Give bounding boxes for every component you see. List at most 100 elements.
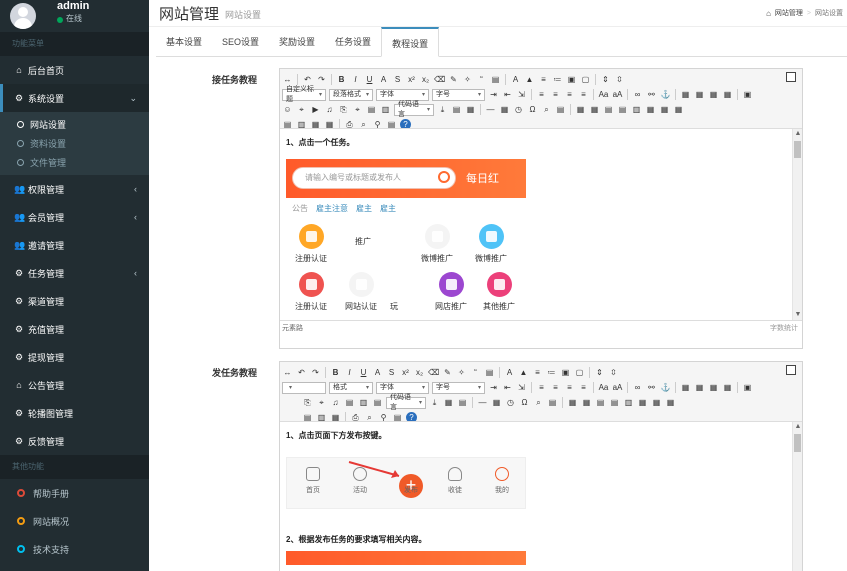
subscript-icon[interactable]: x₂	[420, 74, 431, 85]
line-height-icon[interactable]: ⇳	[608, 367, 619, 378]
quote-icon[interactable]: “	[476, 74, 487, 85]
clear-doc-icon[interactable]: ▢	[580, 74, 591, 85]
strikethrough-icon[interactable]: S	[392, 74, 403, 85]
anchor-icon[interactable]: ⚓	[660, 382, 671, 393]
bold-icon[interactable]: B	[330, 367, 341, 378]
preview-icon[interactable]: ⌕	[364, 412, 375, 421]
ltr-icon[interactable]: ⇥	[488, 382, 499, 393]
font-color-icon[interactable]: A	[504, 367, 515, 378]
eraser-icon[interactable]: ⌫	[428, 367, 439, 378]
page-break-icon[interactable]: ⤓	[429, 397, 440, 408]
template-icon[interactable]: ▤	[372, 397, 383, 408]
paragraph-select[interactable]: 格式	[329, 381, 373, 394]
sidebar-item-channels[interactable]: ⚙ 渠道管理	[0, 287, 149, 315]
sidebar-tool-overview[interactable]: 网站概况	[0, 507, 149, 535]
split-cols-icon[interactable]: ▥	[296, 119, 307, 128]
delete-table-icon[interactable]: ▦	[581, 397, 592, 408]
redo-icon[interactable]: ↷	[316, 74, 327, 85]
clear-doc-icon[interactable]: ▢	[574, 367, 585, 378]
insert-col-icon[interactable]: ▥	[623, 397, 634, 408]
sidebar-item-withdraw[interactable]: ⚙ 提现管理	[0, 343, 149, 371]
indent-icon[interactable]: ⇲	[516, 382, 527, 393]
border-icon[interactable]: A	[378, 74, 389, 85]
code-language-select[interactable]: 代码语言	[386, 394, 426, 411]
align-justify-icon[interactable]: ≡	[578, 89, 589, 100]
editor-scrollbar[interactable]: ▲	[792, 422, 802, 571]
align-right-icon[interactable]: ≡	[564, 89, 575, 100]
background-icon[interactable]: ▦	[443, 397, 454, 408]
tab-seo[interactable]: SEO设置	[212, 27, 269, 57]
map-icon[interactable]: ⌖	[296, 104, 307, 115]
search-replace-icon[interactable]: ⌕	[541, 104, 552, 115]
fullscreen-icon[interactable]	[786, 365, 796, 375]
unordered-list-icon[interactable]: ≔	[546, 367, 557, 378]
paragraph-select[interactable]: 段落格式	[329, 88, 373, 101]
image-none-icon[interactable]: ▦	[694, 382, 705, 393]
tab-tasks[interactable]: 任务设置	[325, 27, 381, 57]
table-edit-icon[interactable]: ▦	[324, 119, 335, 128]
sidebar-item-system[interactable]: ⚙ 系统设置 ⌄	[0, 84, 149, 112]
fullscreen-icon[interactable]	[786, 72, 796, 82]
align-center-icon[interactable]: ≡	[550, 89, 561, 100]
align-left-icon[interactable]: ≡	[536, 89, 547, 100]
anchor-icon[interactable]: ⚓	[660, 89, 671, 100]
sidebar-item-notices[interactable]: ⌂ 公告管理	[0, 371, 149, 399]
hr-icon[interactable]: —	[485, 104, 496, 115]
paste-icon[interactable]: ▤	[490, 74, 501, 85]
tab-basic[interactable]: 基本设置	[156, 27, 212, 57]
sidebar-tool-help[interactable]: 帮助手册	[0, 479, 149, 507]
custom-title-select[interactable]: 自定义标题	[282, 86, 326, 103]
help-icon[interactable]: ?	[400, 119, 411, 128]
image-center-icon[interactable]: ▦	[722, 382, 733, 393]
image-left-icon[interactable]: ▦	[680, 382, 691, 393]
split-cells-icon[interactable]: ▦	[651, 397, 662, 408]
editor-body[interactable]: 1、点击页面下方发布按键。 首页 活动 + 发布 收徒 我的 2、根据发布任务的…	[280, 422, 802, 571]
ltr-icon[interactable]: ⇥	[488, 89, 499, 100]
source-icon[interactable]: ↔	[282, 74, 293, 85]
drafts-icon[interactable]: ▤	[457, 397, 468, 408]
print-icon[interactable]: ⎙	[344, 119, 355, 128]
align-right-icon[interactable]: ≡	[564, 382, 575, 393]
insert-frame-icon[interactable]: ▤	[344, 397, 355, 408]
drafts-icon[interactable]: ▤	[555, 104, 566, 115]
superscript-icon[interactable]: x²	[400, 367, 411, 378]
cell-props-icon[interactable]: ▦	[330, 412, 341, 421]
editor-receive-tutorial[interactable]: ↔ ↶ ↷ B I U A S x² x₂ ⌫ ✎ ✧ “ ▤ A ▲ ≡ ≔ …	[279, 68, 803, 349]
split-rows-icon[interactable]: ▤	[282, 119, 293, 128]
indent-icon[interactable]: ⇲	[516, 89, 527, 100]
undo-icon[interactable]: ↶	[296, 367, 307, 378]
scroll-up-icon[interactable]: ▲	[793, 422, 802, 432]
format-brush-icon[interactable]: ✧	[456, 367, 467, 378]
merge-cells-icon[interactable]: ▦	[645, 104, 656, 115]
music-icon[interactable]: ♫	[324, 104, 335, 115]
align-left-icon[interactable]: ≡	[536, 382, 547, 393]
special-char-icon[interactable]: Ω	[527, 104, 538, 115]
help-icon[interactable]: ?	[406, 412, 417, 421]
attachment-icon[interactable]: ⎘	[338, 104, 349, 115]
scroll-up-icon[interactable]: ▲	[793, 129, 802, 139]
eraser-icon[interactable]: ⌫	[434, 74, 445, 85]
sidebar-subitem-site[interactable]: 网站设置	[0, 115, 149, 134]
rtl-icon[interactable]: ⇤	[502, 382, 513, 393]
underline-icon[interactable]: U	[364, 74, 375, 85]
subscript-icon[interactable]: x₂	[414, 367, 425, 378]
select-all-icon[interactable]: ▣	[560, 367, 571, 378]
font-size-select[interactable]: 字号	[432, 381, 485, 394]
sidebar-item-banners[interactable]: ⚙ 轮播图管理	[0, 399, 149, 427]
case-lower-icon[interactable]: aA	[612, 382, 623, 393]
insert-table-icon[interactable]: ▦	[567, 397, 578, 408]
case-lower-icon[interactable]: aA	[612, 89, 623, 100]
image-right-icon[interactable]: ▦	[708, 382, 719, 393]
sidebar-subitem-files[interactable]: 文件管理	[0, 153, 149, 172]
cell-props-icon[interactable]: ▦	[310, 119, 321, 128]
align-justify-icon[interactable]: ≡	[578, 382, 589, 393]
font-size-select[interactable]: 字号	[432, 88, 485, 101]
editor-scrollbar[interactable]: ▲ ▼	[792, 129, 802, 320]
brush-icon[interactable]: ✎	[448, 74, 459, 85]
sidebar-item-invites[interactable]: 👥 邀请管理	[0, 231, 149, 259]
sidebar-item-tasks[interactable]: ⚙ 任务管理 ‹	[0, 259, 149, 287]
insert-col-icon[interactable]: ▥	[631, 104, 642, 115]
insert-frame-icon[interactable]: ▤	[366, 104, 377, 115]
unlink-icon[interactable]: ⚯	[646, 89, 657, 100]
select-all-icon[interactable]: ▣	[566, 74, 577, 85]
